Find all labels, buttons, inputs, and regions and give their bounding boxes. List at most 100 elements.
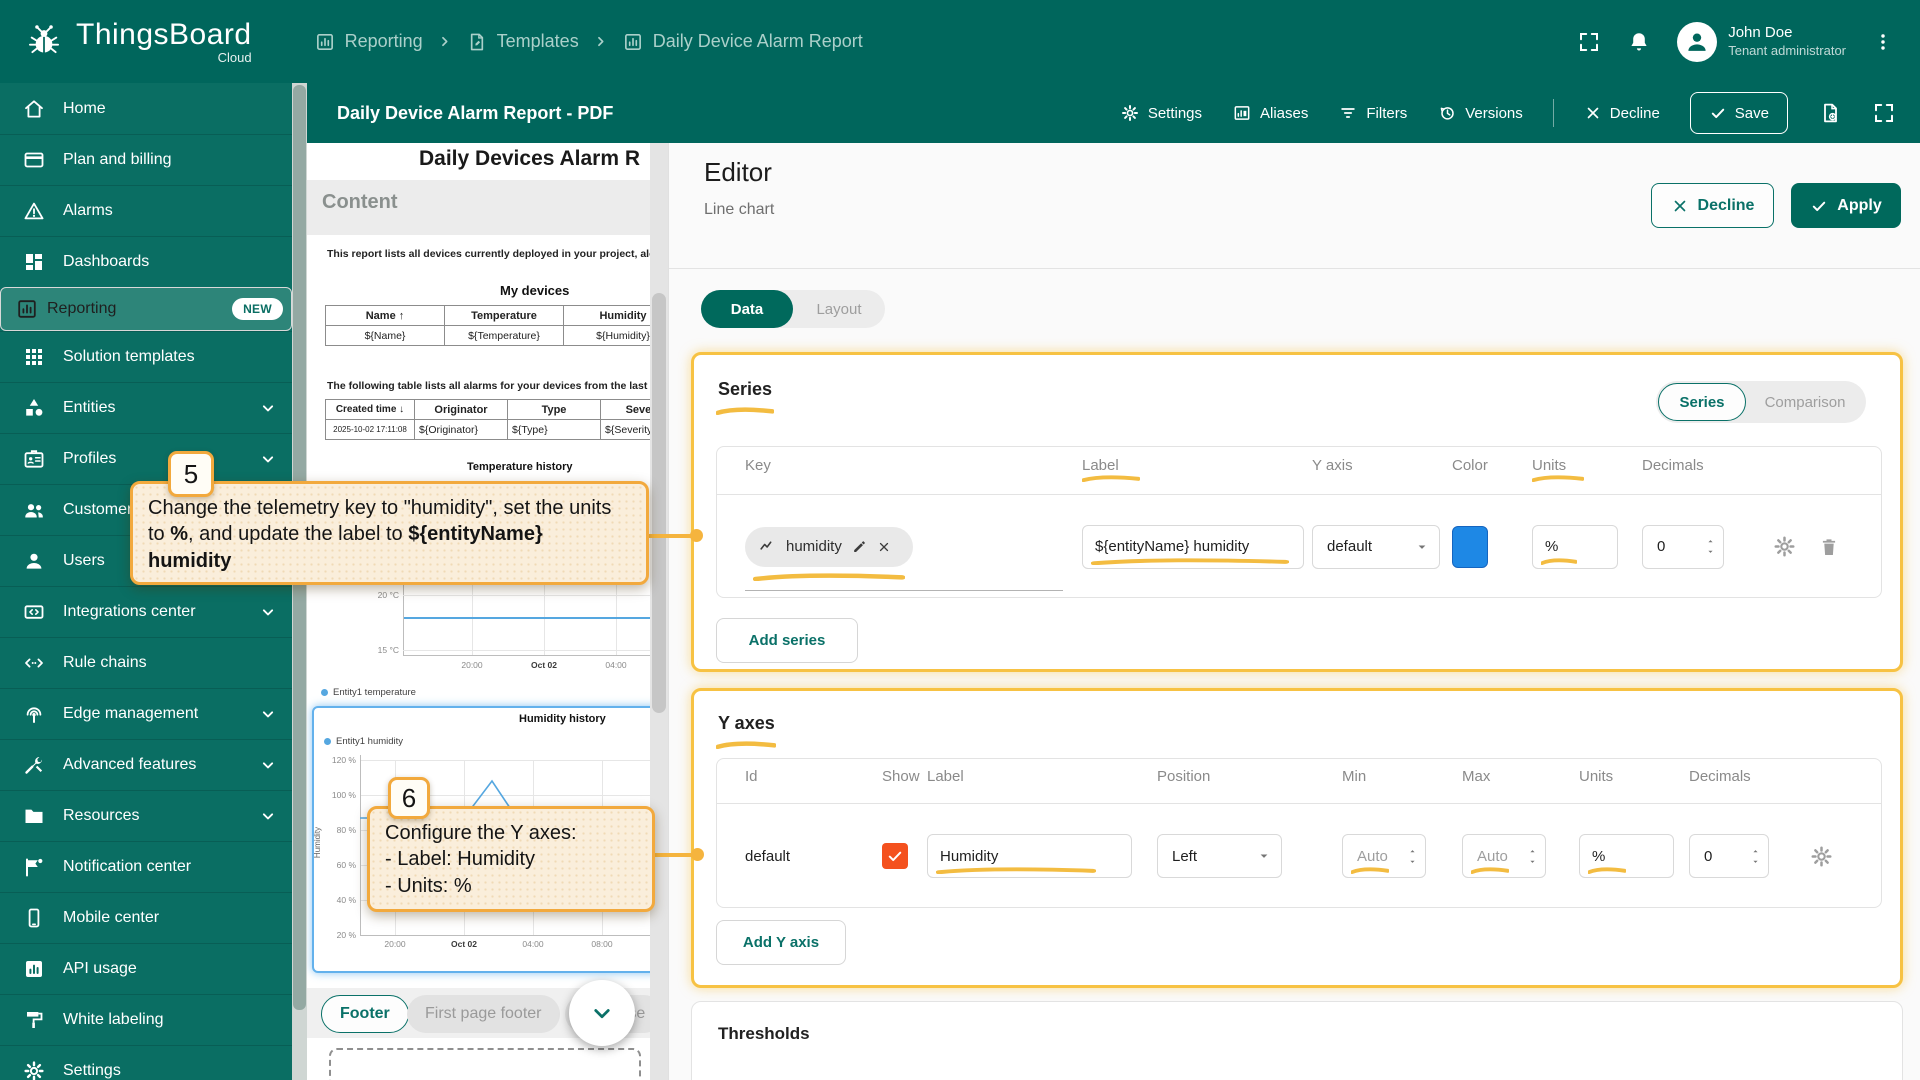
chip-label: Footer: [340, 1005, 390, 1023]
generate-report-icon[interactable]: [1818, 101, 1842, 125]
versions-button[interactable]: Versions: [1437, 103, 1523, 123]
stepper-placeholder: Auto: [1357, 848, 1388, 865]
sidebar-item-plan-billing[interactable]: Plan and billing: [0, 134, 292, 185]
sidebar-item-rule-chains[interactable]: Rule chains: [0, 637, 292, 688]
sidebar-item-profiles[interactable]: Profiles: [0, 433, 292, 484]
sidebar-item-notification-center[interactable]: Notification center: [0, 841, 292, 892]
notifications-bell-icon[interactable]: [1627, 30, 1651, 54]
breadcrumb-label: Reporting: [345, 31, 423, 52]
apply-button[interactable]: Apply: [1791, 183, 1901, 228]
credit-card-icon: [22, 148, 46, 172]
y-axis-units-input[interactable]: [1592, 848, 1661, 865]
position-select[interactable]: Left: [1157, 834, 1282, 878]
sidebar-item-dashboards[interactable]: Dashboards: [0, 236, 292, 287]
tab-label: Data: [731, 301, 764, 318]
sidebar-item-edge-management[interactable]: Edge management: [0, 688, 292, 739]
humidity-chart-legend[interactable]: Entity1 humidity: [324, 736, 403, 747]
toggle-series[interactable]: Series: [1658, 383, 1746, 421]
stepper-down-icon[interactable]: [1749, 857, 1762, 867]
series-row: humidity default: [717, 495, 1881, 598]
y-axis-label-input[interactable]: [940, 848, 1119, 865]
delete-series-trash-icon[interactable]: [1817, 535, 1841, 559]
user-menu[interactable]: John Doe Tenant administrator: [1677, 22, 1846, 62]
brand-logo[interactable]: ThingsBoard Cloud: [22, 18, 252, 65]
sidebar-item-reporting[interactable]: ReportingNEW: [0, 287, 292, 331]
series-settings-gear-icon[interactable]: [1772, 534, 1797, 559]
aliases-button[interactable]: Aliases: [1232, 103, 1308, 123]
key-field-underline: [745, 590, 1063, 591]
temp-x-tick: 20:00: [450, 660, 494, 670]
tab-data[interactable]: Data: [701, 290, 793, 328]
max-stepper[interactable]: Auto: [1462, 834, 1546, 878]
step-5-connector-line: [649, 534, 695, 538]
sidebar-item-advanced-features[interactable]: Advanced features: [0, 739, 292, 790]
sidebar-item-integrations-center[interactable]: Integrations center: [0, 586, 292, 637]
breadcrumb-current-report[interactable]: Daily Device Alarm Report: [622, 31, 863, 53]
report-intro-text: This report lists all devices currently …: [327, 248, 668, 260]
series-units-input[interactable]: [1545, 538, 1605, 555]
remove-key-icon[interactable]: [877, 540, 891, 554]
rule-chain-icon: [22, 651, 46, 675]
humidity-y-tick: 60 %: [322, 860, 356, 870]
breadcrumb-reporting[interactable]: Reporting: [314, 31, 423, 53]
settings-button[interactable]: Settings: [1120, 103, 1202, 123]
min-stepper[interactable]: Auto: [1342, 834, 1426, 878]
sidebar-item-white-labeling[interactable]: White labeling: [0, 994, 292, 1045]
scroll-down-fab[interactable]: [569, 980, 635, 1046]
edit-pencil-icon[interactable]: [851, 538, 868, 555]
save-button[interactable]: Save: [1690, 92, 1788, 134]
toggle-comparison[interactable]: Comparison: [1746, 383, 1864, 421]
fullscreen-icon[interactable]: [1577, 30, 1601, 54]
breadcrumb-templates[interactable]: Templates: [466, 31, 579, 53]
stepper-up-icon[interactable]: [1406, 846, 1419, 856]
stepper-down-icon[interactable]: [1526, 857, 1539, 867]
temp-chart-legend[interactable]: Entity1 temperature: [321, 687, 416, 698]
stepper-up-icon[interactable]: [1749, 846, 1762, 856]
thresholds-section: Thresholds: [691, 1001, 1903, 1080]
series-color-swatch[interactable]: [1452, 526, 1488, 568]
decline-button-editor[interactable]: Decline: [1651, 183, 1774, 228]
user-icon: [22, 549, 46, 573]
footer-tab-selected[interactable]: Footer: [321, 995, 409, 1033]
show-checkbox-checked[interactable]: [882, 843, 908, 869]
yellow-underline: [1082, 475, 1140, 482]
series-key-chip[interactable]: humidity: [745, 527, 913, 567]
sidebar-item-home[interactable]: Home: [0, 83, 292, 134]
sidebar-item-entities[interactable]: Entities: [0, 382, 292, 433]
editor-divider: [669, 268, 1920, 269]
series-decimals-stepper[interactable]: 0: [1642, 525, 1724, 569]
humidity-y-axis-label: Humidity: [313, 827, 322, 858]
filters-button[interactable]: Filters: [1338, 103, 1407, 123]
stepper-up-icon[interactable]: [1704, 536, 1717, 546]
stepper-up-icon[interactable]: [1526, 846, 1539, 856]
sidebar-item-resources[interactable]: Resources: [0, 790, 292, 841]
y-axis-settings-gear-icon[interactable]: [1809, 844, 1834, 869]
preview-scrollbar[interactable]: [650, 143, 668, 1080]
sidebar-item-api-usage[interactable]: API usage: [0, 943, 292, 994]
user-role: Tenant administrator: [1728, 43, 1846, 59]
humidity-y-tick: 100 %: [322, 790, 356, 800]
sidebar-item-solution-templates[interactable]: Solution templates: [0, 331, 292, 382]
stepper-down-icon[interactable]: [1406, 857, 1419, 867]
add-y-axis-button[interactable]: Add Y axis: [716, 920, 846, 965]
kebab-menu-icon[interactable]: [1872, 31, 1894, 53]
humidity-y-tick: 20 %: [322, 930, 356, 940]
table-cell: ${Originator}: [415, 420, 507, 439]
sidebar-item-alarms[interactable]: Alarms: [0, 185, 292, 236]
stepper-down-icon[interactable]: [1704, 547, 1717, 557]
series-comparison-toggle: Series Comparison: [1656, 381, 1866, 423]
add-series-button[interactable]: Add series: [716, 618, 858, 663]
footer-placeholder-dashed[interactable]: [329, 1048, 641, 1080]
series-label-input[interactable]: [1095, 538, 1291, 555]
y-axis-decimals-stepper[interactable]: 0: [1689, 834, 1769, 878]
first-page-footer-tab[interactable]: First page footer: [407, 995, 560, 1033]
sidebar-item-settings[interactable]: Settings: [0, 1045, 292, 1080]
sidebar-item-mobile-center[interactable]: Mobile center: [0, 892, 292, 943]
decline-button-toolbar[interactable]: Decline: [1584, 104, 1660, 122]
preview-scrollbar-thumb[interactable]: [652, 293, 666, 713]
series-yaxis-select[interactable]: default: [1312, 525, 1440, 569]
chevron-right-icon: [437, 34, 452, 49]
expand-fullscreen-icon[interactable]: [1872, 101, 1896, 125]
callout-text: - Label: Humidity: [385, 846, 637, 872]
tab-layout[interactable]: Layout: [793, 290, 885, 328]
